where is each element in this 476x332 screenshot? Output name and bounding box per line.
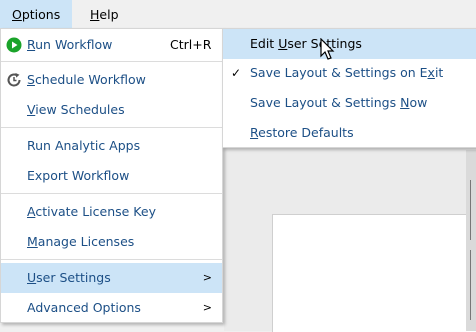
app-divider: [470, 250, 471, 320]
user-settings-submenu: Edit User Settings ✓ Save Layout & Setti…: [222, 28, 476, 148]
menu-separator: [1, 193, 222, 194]
menu-separator: [1, 61, 222, 62]
menu-item-run-analytic-apps[interactable]: Run Analytic Apps: [1, 131, 222, 161]
schedule-clock-icon: [7, 73, 21, 87]
menu-item-save-layout-now[interactable]: Save Layout & Settings Now: [223, 88, 476, 118]
menu-item-activate-license-key[interactable]: Activate License Key: [1, 197, 222, 227]
shortcut-label: Ctrl+R: [170, 37, 212, 52]
menu-help[interactable]: Help: [78, 0, 131, 28]
menu-bar: Options Help: [0, 0, 476, 29]
menu-item-schedule-workflow[interactable]: Schedule Workflow: [1, 65, 222, 95]
options-dropdown-menu: Run Workflow Ctrl+R Schedule Workflow Vi…: [0, 28, 223, 323]
play-circle-icon: [6, 37, 22, 53]
menu-options[interactable]: Options: [0, 0, 73, 28]
menu-separator: [1, 259, 222, 260]
menu-item-view-schedules[interactable]: View Schedules: [1, 95, 222, 125]
menu-item-run-workflow[interactable]: Run Workflow Ctrl+R: [1, 30, 222, 60]
mouse-cursor-icon: [320, 38, 335, 60]
menu-item-advanced-options[interactable]: Advanced Options >: [1, 293, 222, 323]
menu-item-edit-user-settings[interactable]: Edit User Settings: [223, 29, 476, 59]
menu-item-user-settings[interactable]: User Settings >: [1, 263, 222, 293]
menu-separator: [1, 127, 222, 128]
submenu-arrow-icon: >: [202, 301, 212, 314]
menu-item-manage-licenses[interactable]: Manage Licenses: [1, 227, 222, 257]
app-scrollbar[interactable]: [466, 150, 476, 331]
app-canvas-panel: [272, 214, 476, 332]
submenu-arrow-icon: >: [202, 271, 212, 284]
menu-item-restore-defaults[interactable]: Restore Defaults: [223, 118, 476, 148]
app-divider: [470, 180, 471, 240]
menu-item-save-layout-on-exit[interactable]: ✓ Save Layout & Settings on Exit: [223, 58, 476, 88]
menu-item-export-workflow[interactable]: Export Workflow: [1, 161, 222, 191]
checkmark-icon: ✓: [231, 66, 242, 80]
